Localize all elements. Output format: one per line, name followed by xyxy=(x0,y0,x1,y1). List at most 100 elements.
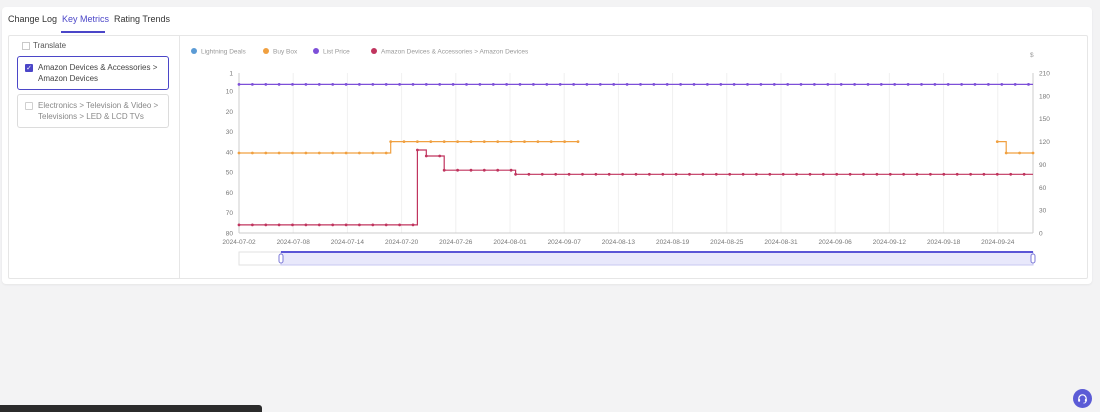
list-price-point xyxy=(746,83,749,86)
buy-box-point xyxy=(291,151,294,155)
category-rank-point xyxy=(1022,172,1026,176)
active-tab-indicator xyxy=(61,31,105,33)
buy-box-point xyxy=(995,140,999,143)
list-price-point xyxy=(893,83,897,86)
list-price-point xyxy=(304,83,308,86)
list-price-point xyxy=(839,83,843,86)
category-rank-point xyxy=(442,168,446,172)
list-price-point xyxy=(772,83,776,86)
list-price-point xyxy=(759,83,763,86)
category-label: Electronics > Television & Video > Telev… xyxy=(38,101,159,121)
list-price-point xyxy=(251,83,254,86)
tab-key-metrics[interactable]: Key Metrics xyxy=(62,14,109,24)
category-rank-point xyxy=(567,172,571,176)
zoom-slider-handle[interactable] xyxy=(1030,253,1036,264)
list-price-point xyxy=(558,83,562,86)
translate-checkbox[interactable] xyxy=(22,41,30,50)
checkbox-unchecked-icon[interactable] xyxy=(25,102,33,110)
list-price-point xyxy=(598,83,602,86)
list-price-point xyxy=(264,83,268,86)
category-label: Amazon Devices & Accessories > Amazon De… xyxy=(38,63,158,83)
category-rank-point xyxy=(808,172,812,176)
tab-change-log[interactable]: Change Log xyxy=(8,14,57,24)
category-item-amazon-devices[interactable]: ✓ Amazon Devices & Accessories > Amazon … xyxy=(17,56,169,90)
list-price-point xyxy=(732,83,736,86)
right-tick-label: 180 xyxy=(1039,93,1050,100)
category-rank-line xyxy=(239,149,1033,226)
buy-box-point xyxy=(496,140,500,143)
right-axis-unit-label: $ xyxy=(1030,52,1034,59)
chart-svg: Lightning Deals Buy Box List Price Amazon D… xyxy=(191,48,1050,266)
category-rank-point xyxy=(344,223,348,227)
headset-icon xyxy=(1078,394,1087,404)
list-price-point xyxy=(518,83,522,86)
category-rank-point xyxy=(661,172,665,176)
legend-marker xyxy=(263,48,269,54)
buy-box-line xyxy=(239,141,578,154)
category-rank-point xyxy=(482,168,486,172)
list-price-point xyxy=(973,83,977,86)
list-price-point xyxy=(438,83,442,86)
category-filter-pane: Translate ✓ Amazon Devices & Accessories… xyxy=(9,36,180,278)
category-rank-point xyxy=(264,223,268,227)
category-rank-point xyxy=(384,223,388,227)
category-rank-point xyxy=(648,172,651,176)
list-price-point xyxy=(987,83,990,86)
legend-label: Amazon Devices & Accessories > Amazon De… xyxy=(381,49,529,56)
category-rank-point xyxy=(755,172,758,176)
x-tick-label: 2024-09-07 xyxy=(548,239,582,246)
list-price-point xyxy=(478,83,482,86)
category-rank-point xyxy=(728,172,732,176)
right-tick-label: 60 xyxy=(1039,185,1047,192)
category-item-led-lcd-tvs[interactable]: Electronics > Television & Video > Telev… xyxy=(17,94,169,128)
key-metrics-card: Change Log Key Metrics Rating Trends Tra… xyxy=(2,7,1092,284)
legend-marker xyxy=(371,48,377,54)
legend-marker xyxy=(313,48,319,54)
category-rank-point xyxy=(902,172,905,176)
list-price-point xyxy=(585,83,589,86)
category-rank-point xyxy=(358,223,361,227)
right-tick-label: 150 xyxy=(1039,116,1050,123)
category-rank-point xyxy=(781,172,785,176)
checkbox-checked-icon[interactable]: ✓ xyxy=(25,64,33,72)
category-rank-point xyxy=(317,223,321,227)
zoom-slider-handle[interactable] xyxy=(278,253,284,264)
x-tick-label: 2024-09-06 xyxy=(819,239,853,246)
buy-box-point xyxy=(416,140,419,143)
list-price-point xyxy=(946,83,950,86)
x-tick-label: 2024-07-02 xyxy=(222,239,256,246)
tab-rating-trends[interactable]: Rating Trends xyxy=(114,14,170,24)
category-rank-point xyxy=(688,172,691,176)
list-price-point xyxy=(920,83,923,86)
category-rank-point xyxy=(411,223,415,227)
support-chat-button[interactable] xyxy=(1073,389,1092,408)
list-price-point xyxy=(906,83,910,86)
x-tick-label: 2024-07-20 xyxy=(385,239,419,246)
browser-status-bar xyxy=(0,405,262,412)
category-rank-point xyxy=(995,172,999,176)
list-price-point xyxy=(572,83,575,86)
buy-box-point xyxy=(402,140,406,143)
translate-toggle[interactable]: Translate xyxy=(22,41,66,50)
list-price-point xyxy=(625,83,629,86)
buy-box-point xyxy=(384,151,388,155)
buy-box-point xyxy=(1004,151,1008,155)
buy-box-point xyxy=(277,151,281,155)
buy-box-point xyxy=(1018,151,1021,155)
category-rank-point xyxy=(527,172,531,176)
buy-box-point xyxy=(251,151,254,155)
right-tick-label: 210 xyxy=(1039,71,1050,78)
list-price-point xyxy=(1027,83,1030,86)
list-price-point xyxy=(786,83,790,86)
list-price-point xyxy=(358,83,361,86)
buy-box-point xyxy=(456,140,459,143)
buy-box-point xyxy=(482,140,486,143)
category-rank-point xyxy=(607,172,611,176)
list-price-point xyxy=(331,83,335,86)
buy-box-point xyxy=(264,151,268,155)
list-price-point xyxy=(652,83,656,86)
right-tick-label: 0 xyxy=(1039,231,1043,238)
category-rank-point xyxy=(371,223,375,227)
list-price-point xyxy=(344,83,348,86)
category-rank-point xyxy=(304,223,308,227)
